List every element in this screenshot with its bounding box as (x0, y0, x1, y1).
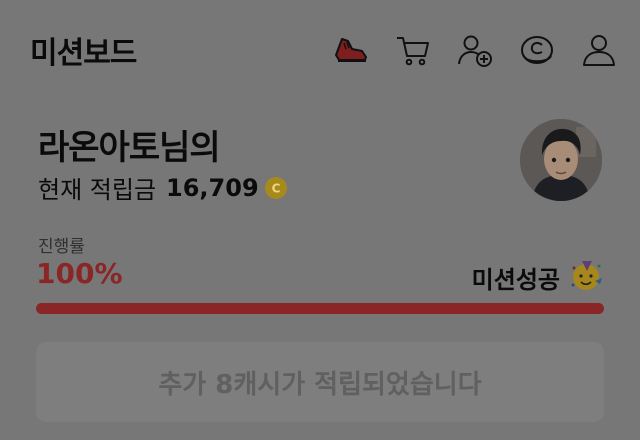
mission-status: 미션성공 (472, 257, 604, 297)
sneaker-icon[interactable] (332, 31, 370, 69)
progress-percent: 100% (36, 257, 123, 290)
header-actions (332, 30, 618, 70)
progress-bar-fill (36, 303, 604, 314)
progress-caption: 진행률 (38, 237, 85, 257)
mission-board-screen: 미션보드 라온아토님의 현재 적립금 16,709 C 진행률 100% 미션성… (0, 0, 640, 440)
header: 미션보드 (0, 0, 640, 100)
user-greeting: 라온아토님의 (38, 128, 221, 168)
mission-status-label: 미션성공 (471, 265, 560, 294)
points-label: 현재 적립금 (38, 176, 157, 204)
points-summary: 현재 적립금 16,709 C (38, 170, 287, 205)
svg-text:C: C (271, 181, 280, 195)
reward-confirm-button[interactable]: 추가 8캐시가 적립되었습니다 (36, 342, 604, 422)
add-user-icon[interactable] (456, 31, 494, 69)
page-title: 미션보드 (30, 36, 137, 71)
cart-icon[interactable] (394, 31, 432, 69)
coin-badge-icon: C (264, 176, 287, 199)
party-face-icon (568, 257, 604, 297)
coin-icon[interactable] (518, 31, 556, 69)
progress-bar (36, 303, 604, 314)
avatar[interactable] (520, 119, 602, 201)
points-value: 16,709 (166, 173, 259, 202)
profile-icon[interactable] (580, 31, 618, 69)
